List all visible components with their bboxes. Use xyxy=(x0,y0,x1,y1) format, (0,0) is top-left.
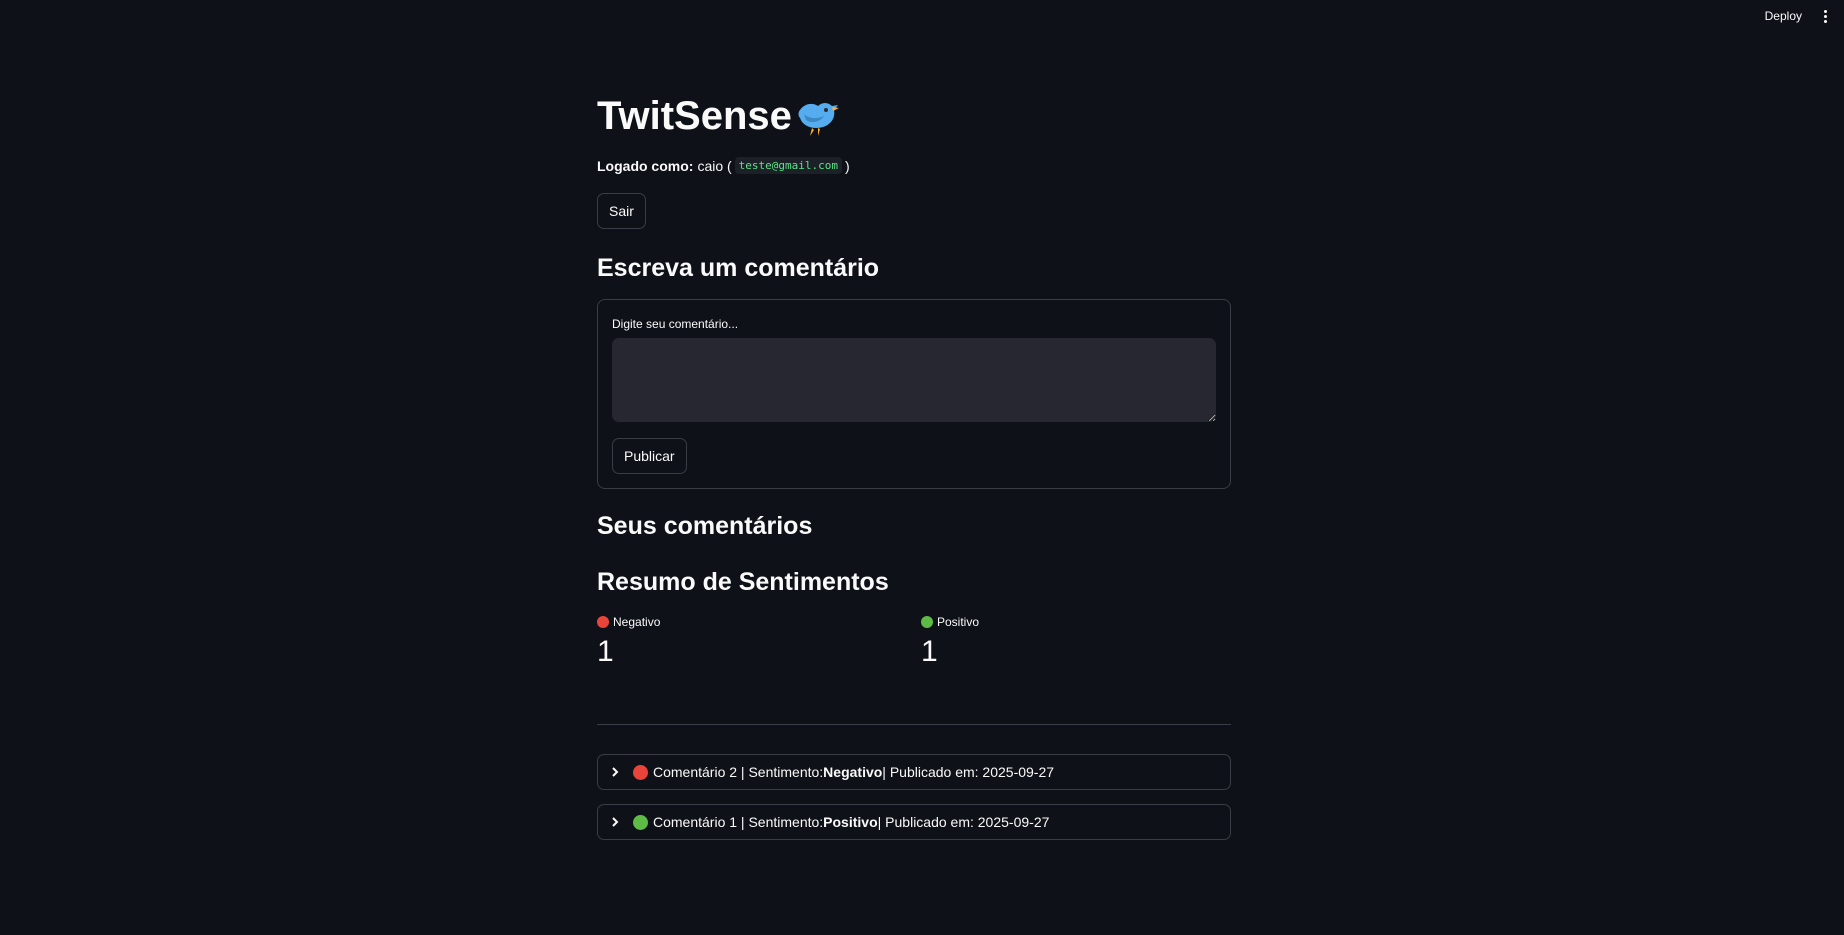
comment-sentiment: Negativo xyxy=(823,764,883,780)
logout-button[interactable]: Sair xyxy=(597,193,646,229)
comment-sentiment: Positivo xyxy=(823,814,878,830)
user-name: caio ( xyxy=(697,157,732,174)
comments-heading: Seus comentários xyxy=(597,512,813,540)
logged-label: Logado como: xyxy=(597,157,694,174)
comment-field-label: Digite seu comentário... xyxy=(612,317,739,331)
red-circle-icon xyxy=(633,764,648,780)
login-status: Logado como: caio ( teste@gmail.com ) xyxy=(597,157,850,174)
comment-prefix: Comentário 1 | Sentimento: xyxy=(653,814,824,830)
red-circle-icon xyxy=(597,616,609,628)
positive-label-text: Positivo xyxy=(937,615,980,629)
chevron-right-icon xyxy=(611,766,623,778)
deploy-button[interactable]: Deploy xyxy=(1761,7,1806,25)
positive-metric-label: Positivo xyxy=(921,615,1221,629)
comment-date: | Publicado em: 2025-09-27 xyxy=(877,814,1050,830)
publish-button[interactable]: Publicar xyxy=(612,438,687,474)
comment-prefix: Comentário 2 | Sentimento: xyxy=(653,764,824,780)
green-circle-icon xyxy=(921,616,933,628)
comment-textarea[interactable] xyxy=(612,338,1216,422)
main-menu-icon[interactable] xyxy=(1820,9,1830,23)
top-toolbar: Deploy xyxy=(1761,0,1844,32)
comment-form: Digite seu comentário... Publicar xyxy=(597,299,1231,489)
negative-metric: Negativo 1 xyxy=(597,615,897,667)
page-title: TwitSense xyxy=(597,94,840,139)
negative-metric-value: 1 xyxy=(597,635,614,668)
comment-date: | Publicado em: 2025-09-27 xyxy=(882,764,1055,780)
compose-heading: Escreva um comentário xyxy=(597,254,880,282)
chevron-right-icon xyxy=(611,816,623,828)
user-email: teste@gmail.com xyxy=(734,157,843,174)
green-circle-icon xyxy=(633,814,648,830)
comment-expander[interactable]: Comentário 1 | Sentimento: Positivo | Pu… xyxy=(597,804,1231,840)
login-suffix: ) xyxy=(845,157,850,174)
positive-metric: Positivo 1 xyxy=(921,615,1221,667)
negative-metric-label: Negativo xyxy=(597,615,897,629)
positive-metric-value: 1 xyxy=(921,635,938,668)
comment-expander[interactable]: Comentário 2 | Sentimento: Negativo | Pu… xyxy=(597,754,1231,790)
divider xyxy=(597,724,1231,725)
negative-label-text: Negativo xyxy=(613,615,661,629)
bird-icon xyxy=(794,96,840,138)
page-title-text: TwitSense xyxy=(597,94,792,138)
summary-heading: Resumo de Sentimentos xyxy=(597,568,889,596)
